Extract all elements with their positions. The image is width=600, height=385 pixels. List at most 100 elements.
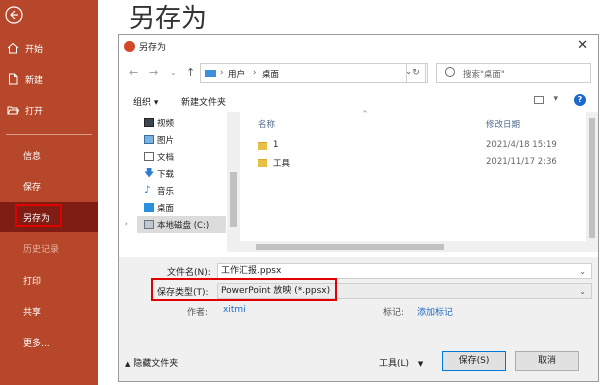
scrollbar-thumb[interactable] <box>230 172 237 227</box>
scrollbar-thumb[interactable] <box>589 118 595 238</box>
filename-input[interactable]: 工作汇报.ppsx ⌄ <box>217 263 592 279</box>
author-value[interactable]: xitmi <box>223 305 246 315</box>
folder-icon <box>205 70 216 77</box>
breadcrumb-item[interactable]: 桌面 <box>262 68 279 80</box>
desktop-icon <box>144 203 154 212</box>
save-button[interactable]: 保存(S) <box>442 351 506 371</box>
dialog-toolbar: 组织 ▾ 新建文件夹 ▾ ? <box>119 90 598 110</box>
sidebar-item-home[interactable]: 开始 <box>0 37 98 59</box>
chevron-right-icon[interactable]: › <box>125 220 128 228</box>
sidebar-item-label: 打开 <box>25 106 44 117</box>
home-icon <box>7 42 19 54</box>
tags-label: 标记: <box>383 308 405 318</box>
navigation-pane: 视频 图片 文档 🡇 下载 ♪ 音乐 桌面 本地磁盘 (C:) › <box>119 112 240 252</box>
horizontal-scrollbar[interactable] <box>240 241 586 252</box>
sidebar-item-share[interactable]: 共享 <box>23 305 41 318</box>
search-input[interactable]: 搜索"桌面" <box>436 63 591 83</box>
sidebar-item-label: 新建 <box>25 75 44 86</box>
address-bar[interactable]: › 用户 › 桌面 ⌄ <box>200 63 428 83</box>
chevron-down-icon[interactable]: ⌄ <box>170 68 177 77</box>
search-placeholder: 搜索"桌面" <box>463 70 505 80</box>
sidebar-item-save[interactable]: 保存 <box>23 180 41 193</box>
powerpoint-icon <box>124 41 135 52</box>
dialog-title: 另存为 <box>139 43 167 53</box>
column-header-date[interactable]: 修改日期 <box>486 118 520 130</box>
nav-item-videos[interactable]: 视频 <box>144 114 240 131</box>
chevron-down-icon: ▼ <box>417 360 424 368</box>
close-icon[interactable]: ✕ <box>577 38 588 53</box>
nav-item-label: 文档 <box>157 152 175 163</box>
file-date: 2021/4/18 15:19 <box>486 140 557 150</box>
tools-label: 工具(L) <box>379 359 410 369</box>
sidebar-item-new[interactable]: 新建 <box>0 68 98 90</box>
open-folder-icon <box>7 106 19 115</box>
document-icon <box>144 152 154 161</box>
file-date: 2021/11/17 2:36 <box>486 157 557 167</box>
picture-icon <box>144 135 154 144</box>
nav-item-label: 视频 <box>157 118 175 129</box>
nav-item-label: 音乐 <box>157 186 175 197</box>
folder-icon <box>258 159 267 167</box>
author-label: 作者: <box>187 308 209 318</box>
music-icon: ♪ <box>144 185 151 196</box>
folder-icon <box>258 142 267 150</box>
nav-item-local-disk[interactable]: 本地磁盘 (C:) <box>137 216 226 233</box>
address-row: ← → ⌄ ↑ › 用户 › 桌面 ⌄ ↻ 搜索"桌面" <box>119 62 598 86</box>
nav-item-label: 本地磁盘 (C:) <box>157 220 210 231</box>
up-icon[interactable]: ↑ <box>186 66 195 79</box>
chevron-up-icon: ▲ <box>125 360 131 368</box>
highlight-box-save-as <box>15 204 62 227</box>
nav-item-music[interactable]: ♪ 音乐 <box>144 182 240 199</box>
tools-button[interactable]: 工具(L) ▼ <box>379 356 423 369</box>
back-arrow-icon[interactable] <box>5 6 23 24</box>
sidebar-item-open[interactable]: 打开 <box>0 99 98 121</box>
chevron-down-icon[interactable]: ▾ <box>553 94 558 104</box>
nav-item-downloads[interactable]: 🡇 下载 <box>144 165 240 182</box>
dialog-titlebar: 另存为 ✕ <box>119 35 598 59</box>
navigation-scrollbar[interactable] <box>227 112 240 252</box>
chevron-down-icon[interactable]: ⌄ <box>579 285 586 299</box>
tags-value[interactable]: 添加标记 <box>417 305 453 318</box>
breadcrumb-item[interactable]: 用户 <box>228 68 245 80</box>
nav-item-label: 桌面 <box>157 203 175 214</box>
filename-value: 工作汇报.ppsx <box>221 266 282 276</box>
nav-item-desktop[interactable]: 桌面 <box>144 199 240 216</box>
sidebar-item-history: 历史记录 <box>23 245 60 255</box>
hide-folders-button[interactable]: ▲ 隐藏文件夹 <box>125 356 178 369</box>
nav-item-documents[interactable]: 文档 <box>144 148 240 165</box>
cancel-button[interactable]: 取消 <box>515 351 579 371</box>
disk-icon <box>144 220 154 229</box>
download-icon: 🡇 <box>144 168 155 179</box>
sidebar-divider <box>6 134 92 135</box>
file-name: 1 <box>273 140 279 150</box>
sidebar-item-print[interactable]: 打印 <box>23 274 41 287</box>
nav-item-label: 下载 <box>157 169 175 180</box>
sidebar-item-info[interactable]: 信息 <box>23 149 41 162</box>
file-list: 名称 ^ 修改日期 1 2021/4/18 15:19 工具 2021/11/1… <box>246 110 598 252</box>
highlight-box-file-type <box>151 278 337 301</box>
search-icon <box>445 67 455 77</box>
filename-label: 文件名(N): <box>167 268 211 278</box>
nav-item-pictures[interactable]: 图片 <box>144 131 240 148</box>
sort-indicator-icon: ^ <box>362 110 368 118</box>
file-name: 工具 <box>273 159 291 169</box>
refresh-icon[interactable]: ↻ <box>406 63 426 83</box>
organize-button[interactable]: 组织 ▾ <box>133 95 158 108</box>
chevron-down-icon[interactable]: ⌄ <box>579 265 586 279</box>
column-header-name[interactable]: 名称 <box>258 118 275 130</box>
list-scrollbar[interactable] <box>586 112 598 252</box>
new-document-icon <box>9 73 18 85</box>
save-as-dialog: 另存为 ✕ ← → ⌄ ↑ › 用户 › 桌面 ⌄ ↻ 搜索"桌面" 组织 ▾ … <box>118 34 599 382</box>
chevron-right-icon: › <box>253 68 257 78</box>
back-icon[interactable]: ← <box>129 66 138 79</box>
page-title: 另存为 <box>129 4 208 34</box>
table-row[interactable]: 1 2021/4/18 15:19 <box>246 138 598 154</box>
view-options-icon[interactable] <box>534 96 544 104</box>
forward-icon[interactable]: → <box>149 66 158 79</box>
new-folder-button[interactable]: 新建文件夹 <box>181 95 226 108</box>
sidebar-item-more[interactable]: 更多... <box>23 336 50 349</box>
hide-folders-label: 隐藏文件夹 <box>133 359 179 369</box>
scrollbar-thumb[interactable] <box>256 244 444 250</box>
help-icon[interactable]: ? <box>574 94 586 106</box>
table-row[interactable]: 工具 2021/11/17 2:36 <box>246 155 598 171</box>
